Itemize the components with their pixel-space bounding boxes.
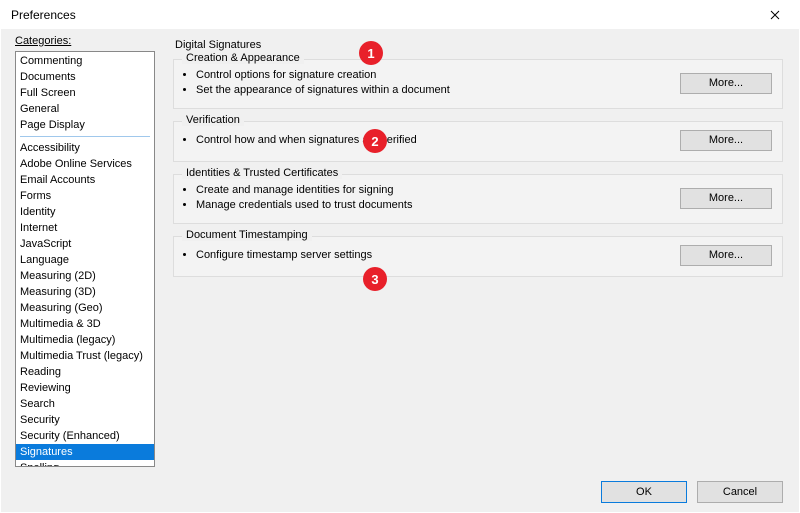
categories-panel: Categories: CommentingDocumentsFull Scre… bbox=[15, 35, 155, 467]
group-body: Configure timestamp server settings More.… bbox=[184, 245, 772, 266]
category-item[interactable]: Multimedia & 3D bbox=[16, 316, 154, 332]
category-item[interactable]: Full Screen bbox=[16, 85, 154, 101]
categories-label: Categories: bbox=[15, 35, 155, 47]
category-item[interactable]: Measuring (Geo) bbox=[16, 300, 154, 316]
category-item[interactable]: General bbox=[16, 101, 154, 117]
category-item[interactable]: Documents bbox=[16, 69, 154, 85]
more-button[interactable]: More... bbox=[680, 73, 772, 94]
group-description-item: Set the appearance of signatures within … bbox=[196, 83, 666, 98]
group-description-item: Configure timestamp server settings bbox=[196, 248, 666, 263]
group-description-list: Configure timestamp server settings bbox=[184, 248, 666, 263]
group-title: Creation & Appearance bbox=[182, 52, 304, 64]
group-body: Control how and when signatures are veri… bbox=[184, 130, 772, 151]
group-title: Identities & Trusted Certificates bbox=[182, 167, 342, 179]
category-item[interactable]: Language bbox=[16, 252, 154, 268]
more-button[interactable]: More... bbox=[680, 130, 772, 151]
close-button[interactable] bbox=[755, 1, 795, 29]
category-item[interactable]: Page Display bbox=[16, 117, 154, 133]
category-item[interactable]: Security bbox=[16, 412, 154, 428]
content-area: Categories: CommentingDocumentsFull Scre… bbox=[1, 29, 799, 467]
category-item[interactable]: Signatures bbox=[16, 444, 154, 460]
category-item[interactable]: Measuring (3D) bbox=[16, 284, 154, 300]
ok-button[interactable]: OK bbox=[601, 481, 687, 503]
group-description-list: Create and manage identities for signing… bbox=[184, 183, 666, 213]
group-description-item: Control how and when signatures are veri… bbox=[196, 133, 666, 148]
titlebar: Preferences bbox=[1, 1, 799, 29]
group-description-list: Control how and when signatures are veri… bbox=[184, 133, 666, 148]
category-item[interactable]: Accessibility bbox=[16, 140, 154, 156]
group-body: Create and manage identities for signing… bbox=[184, 183, 772, 213]
settings-panel: Digital Signatures Creation & Appearance… bbox=[155, 35, 789, 467]
cancel-button[interactable]: Cancel bbox=[697, 481, 783, 503]
group-body: Control options for signature creationSe… bbox=[184, 68, 772, 98]
more-button[interactable]: More... bbox=[680, 245, 772, 266]
window-title: Preferences bbox=[11, 8, 76, 22]
group-description-list: Control options for signature creationSe… bbox=[184, 68, 666, 98]
categories-list[interactable]: CommentingDocumentsFull ScreenGeneralPag… bbox=[15, 51, 155, 467]
annotation-marker: 1 bbox=[359, 41, 383, 65]
group-description-item: Control options for signature creation bbox=[196, 68, 666, 83]
dialog-footer: OK Cancel bbox=[1, 472, 799, 512]
group-title: Document Timestamping bbox=[182, 229, 312, 241]
category-item[interactable]: Multimedia (legacy) bbox=[16, 332, 154, 348]
category-separator bbox=[20, 136, 150, 137]
annotation-marker: 2 bbox=[363, 129, 387, 153]
more-button[interactable]: More... bbox=[680, 188, 772, 209]
group-description-item: Create and manage identities for signing bbox=[196, 183, 666, 198]
category-item[interactable]: Measuring (2D) bbox=[16, 268, 154, 284]
category-item[interactable]: Adobe Online Services bbox=[16, 156, 154, 172]
category-item[interactable]: Security (Enhanced) bbox=[16, 428, 154, 444]
settings-group: VerificationControl how and when signatu… bbox=[173, 121, 783, 162]
settings-heading: Digital Signatures bbox=[173, 39, 783, 51]
category-item[interactable]: Commenting bbox=[16, 53, 154, 69]
settings-group: Creation & AppearanceControl options for… bbox=[173, 59, 783, 109]
category-item[interactable]: Identity bbox=[16, 204, 154, 220]
category-item[interactable]: JavaScript bbox=[16, 236, 154, 252]
close-icon bbox=[770, 10, 780, 20]
category-item[interactable]: Search bbox=[16, 396, 154, 412]
category-item[interactable]: Reviewing bbox=[16, 380, 154, 396]
group-description-item: Manage credentials used to trust documen… bbox=[196, 198, 666, 213]
settings-group: Document TimestampingConfigure timestamp… bbox=[173, 236, 783, 277]
category-item[interactable]: Email Accounts bbox=[16, 172, 154, 188]
category-item[interactable]: Reading bbox=[16, 364, 154, 380]
annotation-marker: 3 bbox=[363, 267, 387, 291]
category-item[interactable]: Multimedia Trust (legacy) bbox=[16, 348, 154, 364]
settings-group: Identities & Trusted CertificatesCreate … bbox=[173, 174, 783, 224]
group-title: Verification bbox=[182, 114, 244, 126]
category-item[interactable]: Spelling bbox=[16, 460, 154, 467]
category-item[interactable]: Internet bbox=[16, 220, 154, 236]
category-item[interactable]: Forms bbox=[16, 188, 154, 204]
